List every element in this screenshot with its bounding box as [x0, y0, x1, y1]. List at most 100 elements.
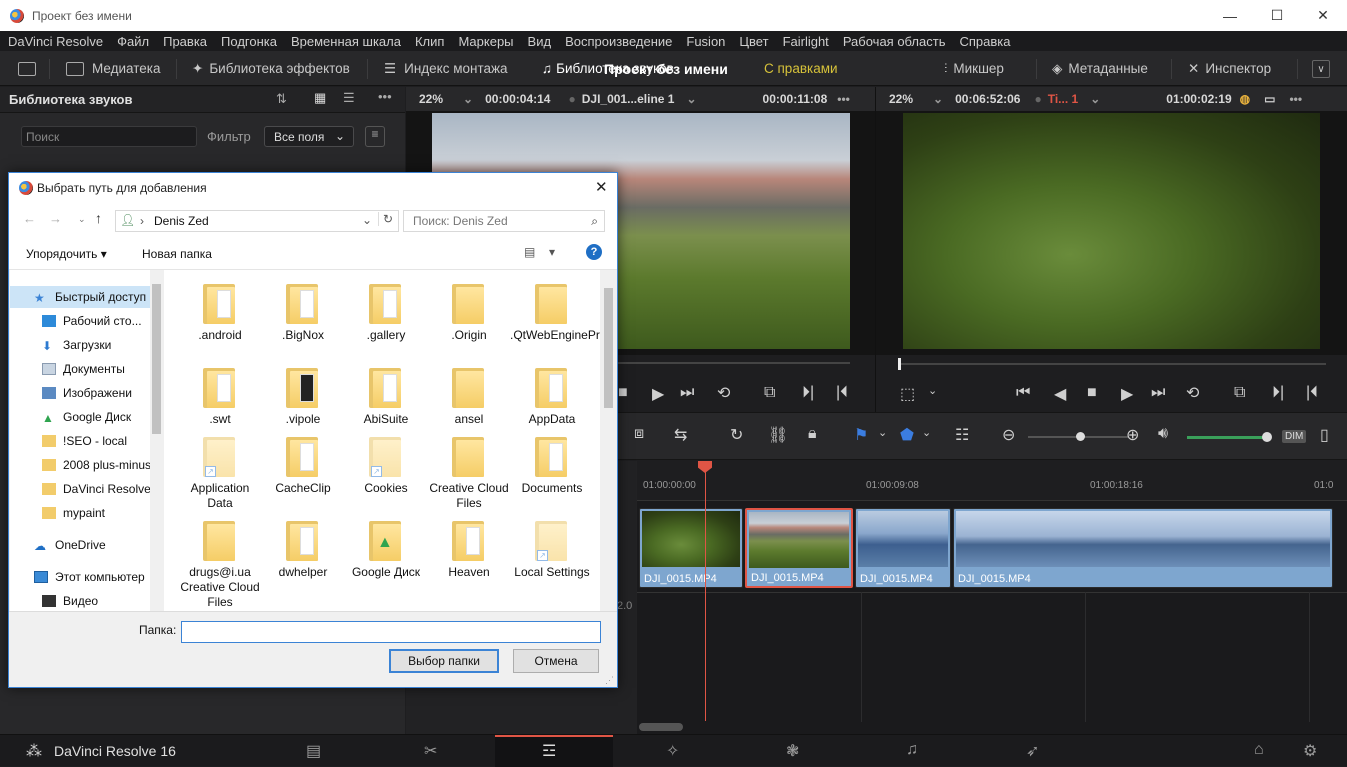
marker-icon[interactable]: ⬟ — [900, 425, 914, 445]
nav-folder[interactable]: mypaint — [10, 502, 150, 524]
shortcut-folder-item[interactable]: ↗ Cookies — [344, 431, 428, 496]
nav-folder[interactable]: 2008 plus-minus — [10, 454, 150, 476]
close-button[interactable]: ✕ — [1300, 0, 1346, 31]
rewind-start-icon[interactable]: ⏮ — [1016, 384, 1030, 402]
menu-davinci[interactable]: DaVinci Resolve — [8, 34, 103, 49]
select-folder-button[interactable]: Выбор папки — [389, 649, 499, 673]
maximize-button[interactable]: ☐ — [1254, 0, 1300, 31]
color-page-icon[interactable]: ❃ — [786, 741, 799, 761]
prev-edit-icon[interactable]: |⏴ — [836, 384, 848, 402]
path-input[interactable]: 👤︎ › Denis Zed ⌄ ↻ — [115, 210, 399, 232]
link-icon[interactable]: ⛓ — [768, 425, 788, 445]
grid-view-icon[interactable]: ▦ — [314, 90, 326, 106]
menu-file[interactable]: Файл — [117, 34, 149, 49]
source-zoom[interactable]: 22% — [419, 92, 443, 106]
loop-icon[interactable]: ⟲ — [1186, 383, 1199, 403]
playhead-marker[interactable] — [898, 358, 901, 370]
nav-scrollbar[interactable] — [150, 270, 163, 611]
folder-item[interactable]: drugs@i.ua Creative Cloud Files — [178, 515, 262, 610]
nav-videos[interactable]: Видео — [10, 590, 150, 611]
resize-grip-icon[interactable]: ⋰ — [605, 675, 614, 686]
volume-slider-handle[interactable] — [1262, 432, 1272, 442]
transform-icon[interactable]: ⬚ — [900, 384, 915, 404]
fairlight-page-icon[interactable]: ♫ — [906, 741, 918, 759]
media-pool-button[interactable]: Медиатека — [66, 51, 161, 86]
horizontal-scrollbar[interactable] — [639, 723, 683, 731]
folder-item[interactable]: .swt — [178, 362, 262, 427]
chevron-down-icon[interactable]: ⌄ — [463, 92, 473, 106]
metadata-button[interactable]: ◈ Метаданные — [1052, 51, 1148, 86]
chevron-down-icon[interactable]: ⌄ — [928, 384, 937, 397]
chevron-down-icon[interactable]: ⌄ — [78, 214, 86, 225]
folder-item[interactable]: .vipole — [261, 362, 345, 427]
menu-playback[interactable]: Воспроизведение — [565, 34, 672, 49]
timeline-clip-selected[interactable]: DJI_0015.MP4 — [745, 508, 853, 588]
meters-icon[interactable]: ▯ — [1320, 425, 1329, 445]
organize-button[interactable]: Упорядочить ▾ — [26, 247, 107, 261]
playhead[interactable] — [705, 461, 706, 721]
source-clip-name[interactable]: DJI_001...eline 1 — [582, 92, 675, 106]
settings-gear-icon[interactable]: ⚙ — [1303, 741, 1317, 761]
folder-item[interactable]: Documents — [510, 431, 594, 496]
folder-item[interactable]: AbiSuite — [344, 362, 428, 427]
effects-library-button[interactable]: ✦ Библиотека эффектов — [192, 51, 350, 86]
filter-select[interactable]: Все поля ⌄ — [264, 126, 354, 147]
play-icon[interactable]: ▶ — [1121, 384, 1133, 404]
folder-item[interactable]: Heaven — [427, 515, 511, 580]
inspector-button[interactable]: ✕ Инспектор — [1188, 51, 1271, 86]
timeline-view-icon[interactable]: ☷ — [955, 425, 969, 445]
overwrite-icon[interactable]: ⧈ — [634, 425, 644, 443]
nav-google-drive[interactable]: ▲ Google Диск — [10, 406, 150, 428]
chevron-down-icon[interactable]: ⌄ — [933, 92, 943, 106]
more-options-icon[interactable]: ••• — [378, 89, 392, 104]
timeline-ruler[interactable]: 01:00:00:00 01:00:09:08 01:00:18:16 01:0 — [637, 461, 1347, 501]
menu-fusion[interactable]: Fusion — [686, 34, 725, 49]
chevron-down-icon[interactable]: ⌄ — [878, 426, 887, 439]
menu-clip[interactable]: Клип — [415, 34, 444, 49]
nav-documents[interactable]: Документы — [10, 358, 150, 380]
fusion-page-icon[interactable]: ✧ — [666, 741, 679, 761]
menu-view[interactable]: Вид — [528, 34, 552, 49]
folder-item[interactable]: .gallery — [344, 278, 428, 343]
dialog-close-button[interactable]: ✕ — [595, 178, 608, 196]
chevron-down-icon[interactable]: ⌄ — [686, 92, 696, 106]
folder-item[interactable]: .QtWebEngineProcess — [510, 278, 600, 343]
more-options-icon[interactable]: ••• — [1289, 92, 1302, 106]
timeline-clip[interactable]: DJI_0015.MP4 — [855, 508, 951, 588]
shortcut-folder-item[interactable]: ↗ Application Data — [178, 431, 262, 511]
timeline-clip[interactable]: DJI_0015.MP4 — [953, 508, 1333, 588]
next-edit-icon[interactable]: ⏵| — [802, 384, 814, 402]
list-view-icon[interactable]: ☰ — [343, 90, 355, 106]
menu-help[interactable]: Справка — [959, 34, 1010, 49]
position-lock-icon[interactable]: 🔒︎ — [808, 425, 817, 443]
volume-icon[interactable]: 🔊︎ — [1158, 425, 1168, 443]
menu-workspace[interactable]: Рабочая область — [843, 34, 946, 49]
menu-fairlight[interactable]: Fairlight — [783, 34, 829, 49]
stop-icon[interactable]: ■ — [618, 384, 628, 402]
timeline-clip[interactable]: DJI_0015.MP4 — [639, 508, 743, 588]
files-scrollbar[interactable] — [601, 270, 616, 611]
up-arrow-icon[interactable]: ↑ — [95, 210, 102, 226]
nav-pictures[interactable]: Изображени — [10, 382, 150, 404]
zoom-slider-handle[interactable] — [1076, 432, 1085, 441]
help-icon[interactable]: ? — [586, 244, 602, 260]
sort-icon[interactable]: ⇅ — [276, 91, 287, 107]
timeline-name[interactable]: Ti... 1 — [1048, 92, 1078, 106]
nav-folder[interactable]: DaVinci Resolve — [10, 478, 150, 500]
new-folder-button[interactable]: Новая папка — [142, 247, 212, 261]
replace-icon[interactable]: ⇆ — [674, 425, 687, 445]
menu-edit[interactable]: Правка — [163, 34, 207, 49]
folder-item[interactable]: .BigNox — [261, 278, 345, 343]
stop-icon[interactable]: ■ — [1087, 384, 1097, 402]
chevron-down-icon[interactable]: ⌄ — [922, 426, 931, 439]
home-icon[interactable]: ⌂ — [1254, 741, 1264, 759]
menu-color[interactable]: Цвет — [739, 34, 768, 49]
play-icon[interactable]: ▶ — [652, 384, 664, 404]
viewer-mode-icon[interactable]: ▭ — [1264, 92, 1275, 106]
folder-item[interactable]: dwhelper — [261, 515, 345, 580]
nav-folder[interactable]: !SEO - local — [10, 430, 150, 452]
chevron-down-icon[interactable]: ▾ — [549, 245, 555, 259]
folder-search-input[interactable]: Поиск: Denis Zed ⌕ — [403, 210, 605, 232]
nav-onedrive[interactable]: ☁ OneDrive — [10, 534, 150, 556]
timeline-tracks[interactable]: 01:00:00:00 01:00:09:08 01:00:18:16 01:0… — [637, 461, 1347, 734]
